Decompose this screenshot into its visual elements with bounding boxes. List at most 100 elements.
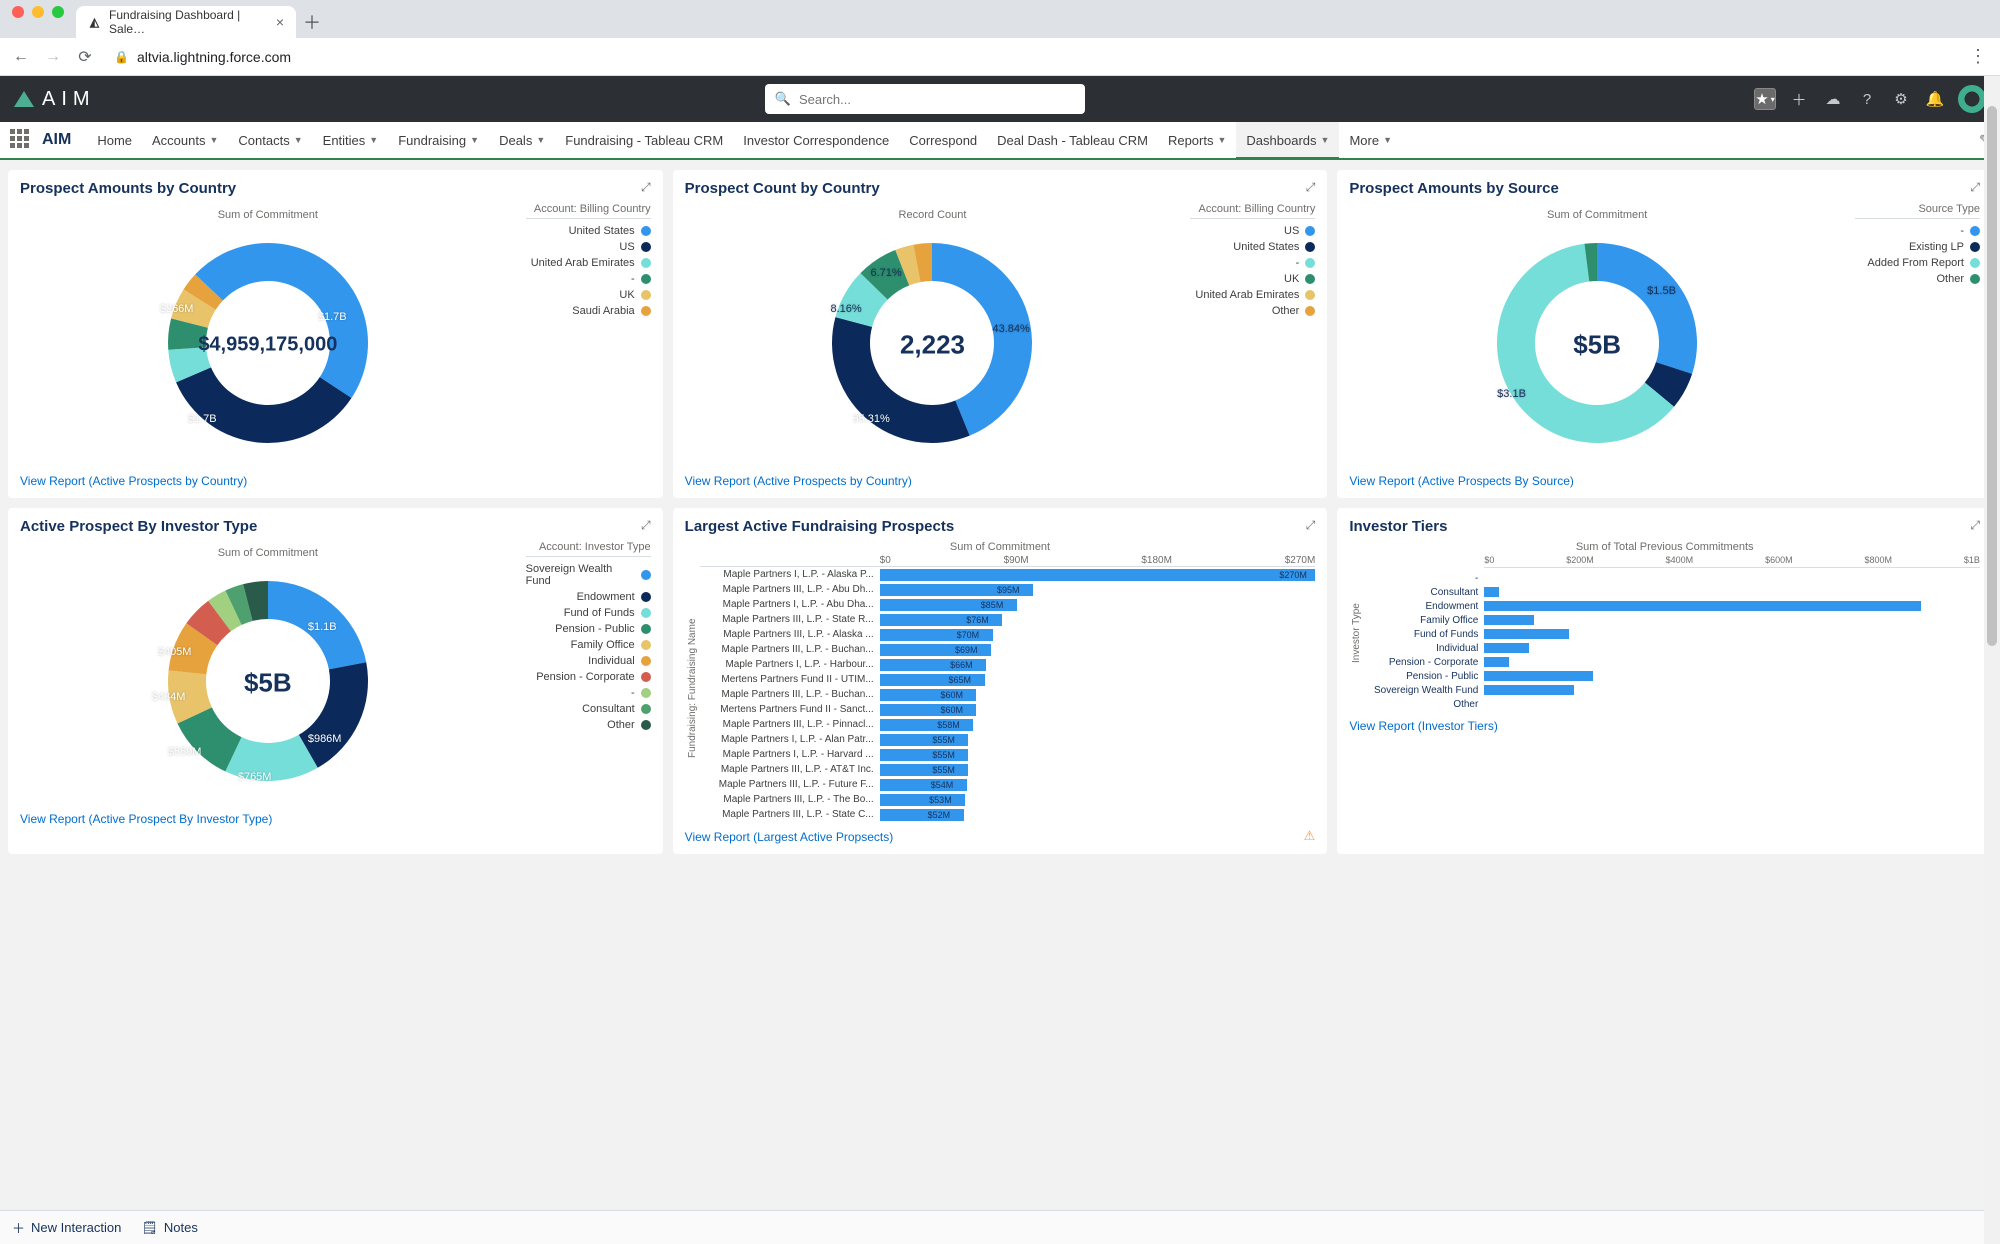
- nav-item-entities[interactable]: Entities▼: [313, 122, 389, 158]
- expand-icon[interactable]: ⤢: [641, 518, 651, 533]
- favorites-button[interactable]: ★▾: [1754, 88, 1776, 110]
- nav-item-reports[interactable]: Reports▼: [1158, 122, 1236, 158]
- bar-row[interactable]: Maple Partners III, L.P. - The Bo...$53M: [700, 792, 1316, 807]
- bar-row[interactable]: Pension - Public: [1364, 669, 1980, 683]
- legend-item[interactable]: Family Office: [526, 637, 651, 653]
- browser-tab[interactable]: ◭ Fundraising Dashboard | Sale… ×: [76, 6, 296, 38]
- bar-row[interactable]: Maple Partners I, L.P. - Harvard ...$55M: [700, 747, 1316, 762]
- nav-item-deal-dash-tableau-crm[interactable]: Deal Dash - Tableau CRM: [987, 122, 1158, 158]
- new-tab-button[interactable]: ＋: [296, 6, 328, 38]
- help-icon[interactable]: ?: [1856, 88, 1878, 110]
- expand-icon[interactable]: ⤢: [1306, 518, 1316, 533]
- nav-item-home[interactable]: Home: [87, 122, 142, 158]
- view-report-link[interactable]: View Report (Largest Active Propsects): [685, 830, 1316, 844]
- legend-item[interactable]: -: [1855, 223, 1980, 239]
- bar-row[interactable]: Mertens Partners Fund II - UTIM...$65M: [700, 672, 1316, 687]
- legend-item[interactable]: Endowment: [526, 589, 651, 605]
- scrollbar[interactable]: [1984, 76, 2000, 1244]
- nav-item-fundraising-tableau-crm[interactable]: Fundraising - Tableau CRM: [555, 122, 733, 158]
- notifications-bell-icon[interactable]: 🔔: [1924, 88, 1946, 110]
- bar-row[interactable]: Maple Partners III, L.P. - Buchan...$69M: [700, 642, 1316, 657]
- nav-item-contacts[interactable]: Contacts▼: [228, 122, 312, 158]
- bar-row[interactable]: Family Office: [1364, 613, 1980, 627]
- donut-slice[interactable]: [268, 581, 366, 669]
- legend-item[interactable]: Other: [1855, 271, 1980, 287]
- bar-row[interactable]: Other: [1364, 697, 1980, 711]
- new-interaction-button[interactable]: ＋New Interaction: [12, 1218, 121, 1237]
- bar-row[interactable]: Individual: [1364, 641, 1980, 655]
- expand-icon[interactable]: ⤢: [1970, 518, 1980, 533]
- bar-row[interactable]: Maple Partners I, L.P. - Harbour...$66M: [700, 657, 1316, 672]
- bar-row[interactable]: Maple Partners III, L.P. - AT&T Inc.$55M: [700, 762, 1316, 777]
- maximize-window-icon[interactable]: [52, 6, 64, 18]
- legend-item[interactable]: Pension - Public: [526, 621, 651, 637]
- bar-row[interactable]: Maple Partners III, L.P. - Future F...$5…: [700, 777, 1316, 792]
- warning-icon[interactable]: ⚠: [1304, 828, 1316, 844]
- bar-row[interactable]: Sovereign Wealth Fund: [1364, 683, 1980, 697]
- bar-row[interactable]: Maple Partners III, L.P. - Alaska ...$70…: [700, 627, 1316, 642]
- bar-row[interactable]: Maple Partners III, L.P. - Pinnacl...$58…: [700, 717, 1316, 732]
- nav-item-investor-correspondence[interactable]: Investor Correspondence: [733, 122, 899, 158]
- legend-item[interactable]: -: [1190, 255, 1315, 271]
- legend-item[interactable]: Sovereign Wealth Fund: [526, 561, 651, 589]
- bar-row[interactable]: Maple Partners I, L.P. - Alan Patr...$55…: [700, 732, 1316, 747]
- legend-item[interactable]: Fund of Funds: [526, 605, 651, 621]
- scrollbar-thumb[interactable]: [1987, 106, 1997, 646]
- add-button[interactable]: ＋: [1788, 88, 1810, 110]
- legend-item[interactable]: US: [526, 239, 651, 255]
- legend-item[interactable]: Added From Report: [1855, 255, 1980, 271]
- nav-item-more[interactable]: More▼: [1339, 122, 1402, 158]
- nav-item-accounts[interactable]: Accounts▼: [142, 122, 228, 158]
- notes-button[interactable]: 🗒Notes: [141, 1220, 197, 1236]
- legend-item[interactable]: Consultant: [526, 701, 651, 717]
- nav-item-deals[interactable]: Deals▼: [489, 122, 555, 158]
- expand-icon[interactable]: ⤢: [1970, 180, 1980, 195]
- legend-item[interactable]: United States: [1190, 239, 1315, 255]
- bar-row[interactable]: Maple Partners III, L.P. - State R...$76…: [700, 612, 1316, 627]
- url-field[interactable]: 🔒 altvia.lightning.force.com: [108, 49, 1955, 65]
- user-avatar[interactable]: [1958, 85, 1986, 113]
- bar-row[interactable]: -: [1364, 571, 1980, 585]
- legend-item[interactable]: Existing LP: [1855, 239, 1980, 255]
- forward-button[interactable]: →: [44, 48, 62, 66]
- nav-item-fundraising[interactable]: Fundraising▼: [388, 122, 489, 158]
- legend-item[interactable]: United Arab Emirates: [1190, 287, 1315, 303]
- legend-item[interactable]: Pension - Corporate: [526, 669, 651, 685]
- expand-icon[interactable]: ⤢: [641, 180, 651, 195]
- bar-row[interactable]: Mertens Partners Fund II - Sanct...$60M: [700, 702, 1316, 717]
- bar-row[interactable]: Maple Partners III, L.P. - Buchan...$60M: [700, 687, 1316, 702]
- legend-item[interactable]: Other: [526, 717, 651, 733]
- search-input[interactable]: [799, 92, 1075, 107]
- legend-item[interactable]: Individual: [526, 653, 651, 669]
- support-icon[interactable]: ☁: [1822, 88, 1844, 110]
- setup-gear-icon[interactable]: ⚙: [1890, 88, 1912, 110]
- back-button[interactable]: ←: [12, 48, 30, 66]
- view-report-link[interactable]: View Report (Active Prospects By Source): [1349, 474, 1980, 488]
- donut-slice[interactable]: [299, 662, 368, 768]
- donut-slice[interactable]: [268, 243, 368, 398]
- view-report-link[interactable]: View Report (Active Prospects by Country…: [685, 474, 1316, 488]
- legend-item[interactable]: Saudi Arabia: [526, 303, 651, 319]
- legend-item[interactable]: -: [526, 685, 651, 701]
- legend-item[interactable]: United Arab Emirates: [526, 255, 651, 271]
- bar-row[interactable]: Pension - Corporate: [1364, 655, 1980, 669]
- nav-item-correspond[interactable]: Correspond: [899, 122, 987, 158]
- expand-icon[interactable]: ⤢: [1306, 180, 1316, 195]
- legend-item[interactable]: United States: [526, 223, 651, 239]
- global-search[interactable]: 🔍: [765, 84, 1085, 114]
- app-launcher-icon[interactable]: [10, 129, 32, 151]
- bar-row[interactable]: Endowment: [1364, 599, 1980, 613]
- bar-row[interactable]: Maple Partners I, L.P. - Abu Dha...$85M: [700, 597, 1316, 612]
- bar-row[interactable]: Fund of Funds: [1364, 627, 1980, 641]
- bar-row[interactable]: Consultant: [1364, 585, 1980, 599]
- bar-row[interactable]: Maple Partners I, L.P. - Alaska P...$270…: [700, 567, 1316, 582]
- close-tab-icon[interactable]: ×: [276, 14, 284, 30]
- view-report-link[interactable]: View Report (Active Prospect By Investor…: [20, 812, 651, 826]
- view-report-link[interactable]: View Report (Active Prospects by Country…: [20, 474, 651, 488]
- minimize-window-icon[interactable]: [32, 6, 44, 18]
- legend-item[interactable]: UK: [1190, 271, 1315, 287]
- view-report-link[interactable]: View Report (Investor Tiers): [1349, 719, 1980, 733]
- bar-row[interactable]: Maple Partners III, L.P. - Abu Dh...$95M: [700, 582, 1316, 597]
- close-window-icon[interactable]: [12, 6, 24, 18]
- legend-item[interactable]: Other: [1190, 303, 1315, 319]
